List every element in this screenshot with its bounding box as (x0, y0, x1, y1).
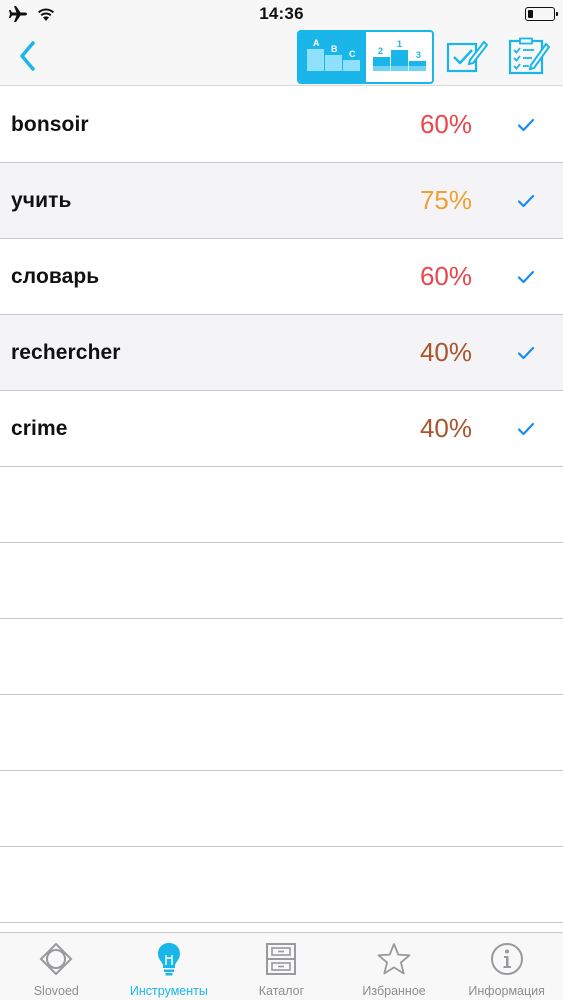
word-text: словарь (11, 264, 100, 288)
edit-button[interactable] (445, 36, 489, 76)
tab-bar: Slovoed Инструменты Каталог Избранное Ин… (0, 932, 563, 1000)
lightbulb-icon (157, 943, 180, 976)
empty-row (0, 467, 563, 543)
status-bar: 14:36 (0, 0, 563, 28)
sort-alphabetical-icon: A B C (307, 38, 361, 71)
word-text: учить (11, 188, 72, 212)
tab-info[interactable]: Информация (450, 933, 563, 1000)
tab-icon-wrap (376, 941, 412, 977)
empty-row (0, 847, 563, 923)
svg-text:B: B (331, 44, 338, 54)
checkmark-icon[interactable] (515, 418, 537, 440)
checkmark-icon[interactable] (515, 114, 537, 136)
chevron-left-icon (20, 41, 35, 71)
tab-label: Каталог (258, 984, 305, 998)
empty-row (0, 695, 563, 771)
tab-slovoed[interactable]: Slovoed (0, 933, 113, 1000)
tab-tools[interactable]: Инструменты (113, 933, 226, 1000)
cabinet-icon (266, 943, 297, 975)
tab-icon-wrap (151, 941, 187, 977)
word-percent: 40% (419, 413, 472, 443)
back-button[interactable] (8, 36, 48, 76)
word-text: rechercher (11, 340, 121, 364)
checkmark-icon[interactable] (515, 342, 537, 364)
status-time: 14:36 (259, 4, 304, 23)
tab-label: Избранное (362, 984, 426, 998)
sort-segmented-control: A B C 2 1 3 (297, 30, 434, 84)
svg-text:1: 1 (397, 39, 402, 49)
word-row[interactable]: учить 75% (0, 163, 563, 239)
svg-text:A: A (313, 38, 320, 48)
word-text: crime (11, 416, 68, 440)
edit-icon (446, 40, 488, 73)
word-percent: 40% (419, 337, 472, 367)
word-row[interactable]: bonsoir 60% (0, 87, 563, 163)
empty-row (0, 619, 563, 695)
word-row[interactable]: словарь 60% (0, 239, 563, 315)
word-text: bonsoir (11, 112, 89, 136)
svg-text:C: C (349, 49, 356, 59)
word-percent: 75% (419, 185, 472, 215)
svg-text:3: 3 (416, 50, 421, 60)
info-icon (490, 943, 523, 975)
tab-label: Информация (468, 984, 545, 998)
tab-label: Инструменты (129, 984, 208, 998)
tab-label: Slovoed (33, 984, 79, 998)
checkmark-icon[interactable] (515, 190, 537, 212)
star-icon (377, 943, 411, 975)
sort-by-rank-icon: 2 1 3 (372, 39, 426, 71)
checklist-edit-icon (508, 37, 550, 75)
tab-icon-wrap (263, 941, 299, 977)
word-row[interactable]: rechercher 40% (0, 315, 563, 391)
slovoed-logo-icon (39, 942, 73, 976)
tab-icon-wrap (489, 941, 525, 977)
navigation-bar: A B C 2 1 3 (0, 28, 563, 86)
svg-text:2: 2 (378, 46, 383, 56)
tab-icon-wrap (38, 941, 74, 977)
empty-row (0, 543, 563, 619)
empty-row (0, 771, 563, 847)
battery-icon (525, 7, 558, 21)
word-percent: 60% (419, 261, 472, 291)
tab-catalog[interactable]: Каталог (225, 933, 338, 1000)
tab-favorites[interactable]: Избранное (338, 933, 451, 1000)
sort-by-rank-segment[interactable]: 2 1 3 (366, 32, 433, 82)
sort-alphabetical-segment[interactable]: A B C (299, 32, 366, 82)
word-list: bonsoir 60% учить 75% словарь 60% recher… (0, 87, 563, 923)
checklist-edit-button[interactable] (507, 36, 551, 76)
word-percent: 60% (419, 109, 472, 139)
word-row[interactable]: crime 40% (0, 391, 563, 467)
checkmark-icon[interactable] (515, 266, 537, 288)
